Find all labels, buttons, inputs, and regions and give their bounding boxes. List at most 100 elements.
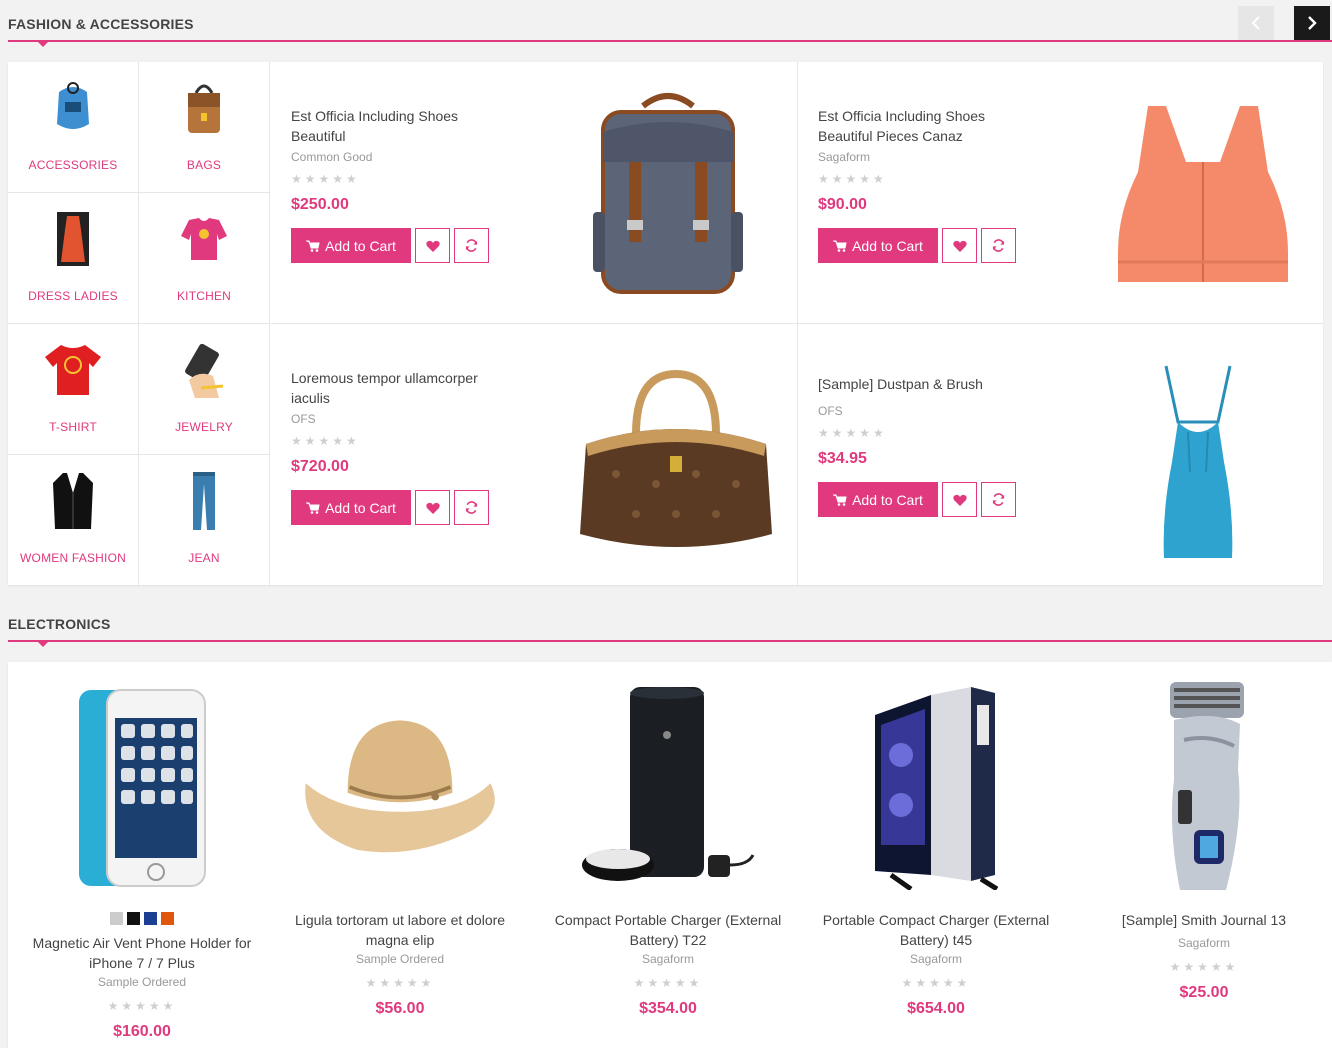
rating-stars: ★★★★★: [818, 426, 887, 440]
accessory-icon: [41, 76, 105, 140]
jean-icon: [172, 469, 236, 533]
category-label: WOMEN FASHION: [20, 551, 126, 565]
category-dress-ladies[interactable]: DRESS LADIES: [8, 193, 139, 324]
category-kitchen[interactable]: KITCHEN: [139, 193, 270, 324]
carousel-prev-button[interactable]: [1238, 6, 1274, 40]
product-card: Compact Portable Charger (External Batte…: [534, 662, 802, 1048]
product-title[interactable]: Loremous tempor ullamcorper iaculis: [291, 368, 511, 408]
smart-speaker-image[interactable]: [568, 680, 768, 895]
add-to-cart-button[interactable]: Add to Cart: [291, 490, 411, 525]
wishlist-button[interactable]: [415, 228, 450, 263]
product-title[interactable]: Portable Compact Charger (External Batte…: [812, 910, 1060, 950]
wishlist-button[interactable]: [942, 482, 977, 517]
add-to-cart-button[interactable]: Add to Cart: [818, 228, 938, 263]
chevron-right-icon: [1308, 16, 1317, 30]
straw-hat-image[interactable]: [300, 680, 500, 895]
refresh-icon: [465, 501, 478, 514]
kitchen-icon: [172, 207, 236, 271]
rating-stars: ★★★★★: [901, 976, 971, 990]
product-title[interactable]: [Sample] Smith Journal 13: [1080, 910, 1328, 930]
electronics-section-title: ELECTRONICS: [8, 616, 111, 632]
title-underline-caret: [38, 642, 48, 647]
add-to-cart-label: Add to Cart: [852, 491, 923, 508]
product-price: $34.95: [818, 450, 867, 467]
cart-icon: [306, 502, 320, 514]
backpack-image[interactable]: [593, 92, 743, 302]
heart-icon: [952, 240, 967, 252]
product-brand: Sample Ordered: [355, 952, 445, 966]
bag-icon: [172, 76, 236, 140]
product-card: Ligula tortoram ut labore et dolore magn…: [266, 662, 534, 1048]
carousel-next-button[interactable]: [1294, 6, 1330, 40]
add-to-cart-label: Add to Cart: [325, 499, 396, 516]
rating-stars: ★★★★★: [818, 172, 887, 186]
phone-image[interactable]: [42, 680, 242, 895]
rating-stars: ★★★★★: [291, 434, 360, 448]
product-title[interactable]: Compact Portable Charger (External Batte…: [544, 910, 792, 950]
wishlist-button[interactable]: [415, 490, 450, 525]
product-card: Loremous tempor ullamcorper iaculis OFS …: [271, 324, 798, 585]
category-accessories[interactable]: ACCESSORIES: [8, 62, 139, 193]
cart-icon: [833, 494, 847, 506]
category-jewelry[interactable]: JEWELRY: [139, 324, 270, 455]
wishlist-button[interactable]: [942, 228, 977, 263]
product-card: [Sample] Smith Journal 13 Sagaform ★★★★★…: [1070, 662, 1332, 1048]
product-price: $720.00: [291, 458, 349, 475]
category-label: BAGS: [186, 158, 222, 172]
add-to-cart-label: Add to Cart: [325, 237, 396, 254]
compare-button[interactable]: [981, 482, 1016, 517]
product-brand: Sagaform: [641, 952, 695, 966]
color-swatches: [18, 912, 266, 925]
swatch-orange[interactable]: [161, 912, 174, 925]
rating-stars: ★★★★★: [633, 976, 703, 990]
category-women-fashion[interactable]: WOMEN FASHION: [8, 455, 139, 586]
rating-stars: ★★★★★: [365, 976, 435, 990]
product-card: Portable Compact Charger (External Batte…: [802, 662, 1070, 1048]
add-to-cart-button[interactable]: Add to Cart: [818, 482, 938, 517]
product-card: Magnetic Air Vent Phone Holder for iPhon…: [8, 662, 276, 1048]
shaver-image[interactable]: [1104, 680, 1304, 895]
compare-button[interactable]: [454, 228, 489, 263]
product-price: $354.00: [639, 1000, 697, 1017]
rating-stars: ★★★★★: [291, 172, 360, 186]
product-price: $56.00: [375, 1000, 425, 1017]
sports-bra-image[interactable]: [1108, 102, 1298, 297]
category-grid: ACCESSORIES BAGS DRESS LADIES KITCHEN T-…: [8, 62, 270, 586]
product-price: $654.00: [907, 1000, 965, 1017]
product-brand: Sagaform: [909, 952, 963, 966]
product-brand: Sagaform: [818, 150, 871, 164]
compare-button[interactable]: [454, 490, 489, 525]
swatch-silver[interactable]: [110, 912, 123, 925]
product-title[interactable]: Est Officia Including Shoes Beautiful Pi…: [818, 106, 1038, 146]
rating-stars: ★★★★★: [1169, 960, 1239, 974]
chevron-left-icon: [1251, 16, 1260, 30]
compare-button[interactable]: [981, 228, 1016, 263]
heart-icon: [425, 502, 440, 514]
swatch-black[interactable]: [127, 912, 140, 925]
fashion-panel: ACCESSORIES BAGS DRESS LADIES KITCHEN T-…: [8, 62, 1323, 586]
product-title[interactable]: Ligula tortoram ut labore et dolore magn…: [276, 910, 524, 950]
jewelry-icon: [172, 338, 236, 402]
product-title[interactable]: [Sample] Dustpan & Brush: [818, 374, 1038, 394]
category-bags[interactable]: BAGS: [139, 62, 270, 193]
category-label: DRESS LADIES: [28, 289, 118, 303]
product-title[interactable]: Magnetic Air Vent Phone Holder for iPhon…: [18, 933, 266, 973]
dress-icon: [41, 207, 105, 271]
product-title[interactable]: Est Officia Including Shoes Beautiful: [291, 106, 511, 146]
refresh-icon: [992, 493, 1005, 506]
refresh-icon: [992, 239, 1005, 252]
swatch-blue[interactable]: [144, 912, 157, 925]
category-label: ACCESSORIES: [28, 158, 118, 172]
pc-tower-image[interactable]: [836, 680, 1036, 895]
product-price: $250.00: [291, 196, 349, 213]
refresh-icon: [465, 239, 478, 252]
category-jean[interactable]: JEAN: [139, 455, 270, 586]
add-to-cart-button[interactable]: Add to Cart: [291, 228, 411, 263]
product-card: [Sample] Dustpan & Brush OFS ★★★★★ $34.9…: [798, 324, 1323, 585]
category-tshirt[interactable]: T-SHIRT: [8, 324, 139, 455]
category-label: KITCHEN: [176, 289, 232, 303]
fashion-section-header: FASHION & ACCESSORIES: [8, 0, 1332, 47]
tank-top-image[interactable]: [1148, 362, 1248, 567]
product-brand: Common Good: [291, 150, 373, 164]
handbag-image[interactable]: [576, 364, 776, 559]
